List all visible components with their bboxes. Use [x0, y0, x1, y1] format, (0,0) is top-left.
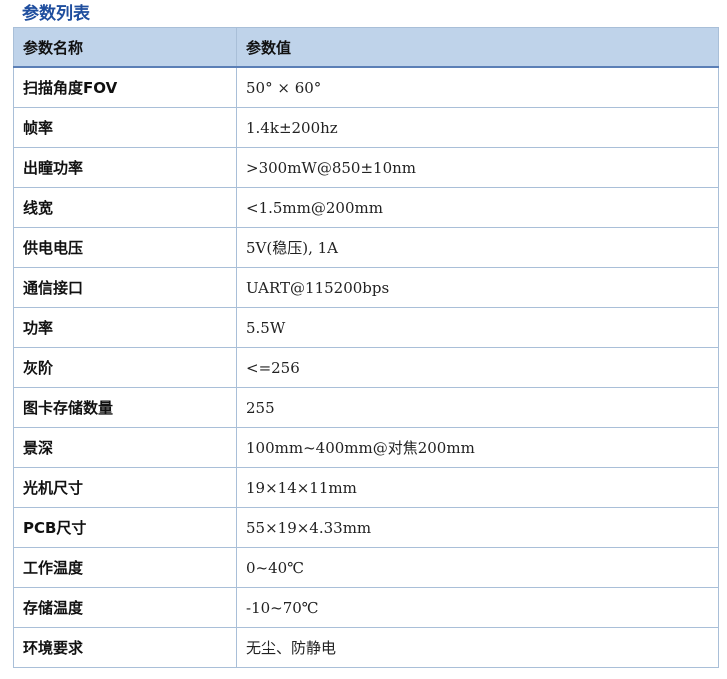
param-name: 线宽 — [13, 187, 237, 228]
param-name: 光机尺寸 — [13, 467, 237, 508]
param-value: 50° × 60° — [236, 66, 719, 108]
param-value: 255 — [236, 387, 719, 428]
param-name: 供电电压 — [13, 227, 237, 268]
column-header-value: 参数值 — [236, 27, 719, 68]
param-name: 存储温度 — [13, 587, 237, 628]
table-row: 存储温度 -10~70℃ — [13, 587, 719, 628]
table-row: 线宽 <1.5mm@200mm — [13, 187, 719, 228]
table-header-row: 参数名称 参数值 — [13, 27, 719, 68]
param-name: 灰阶 — [13, 347, 237, 388]
param-value: 100mm~400mm@对焦200mm — [236, 427, 719, 468]
param-name: 帧率 — [13, 107, 237, 148]
param-value: UART@115200bps — [236, 267, 719, 308]
param-value: 无尘、防静电 — [236, 627, 719, 668]
param-value: 0~40℃ — [236, 547, 719, 588]
table-row: 出瞳功率 >300mW@850±10nm — [13, 147, 719, 188]
param-name: PCB尺寸 — [13, 507, 237, 548]
param-name: 扫描角度FOV — [13, 66, 237, 108]
table-row: 环境要求 无尘、防静电 — [13, 627, 719, 668]
table-row: PCB尺寸 55×19×4.33mm — [13, 507, 719, 548]
param-name: 功率 — [13, 307, 237, 348]
param-value: 5.5W — [236, 307, 719, 348]
table-row: 帧率 1.4k±200hz — [13, 107, 719, 148]
param-name: 图卡存储数量 — [13, 387, 237, 428]
param-value: >300mW@850±10nm — [236, 147, 719, 188]
table-row: 供电电压 5V(稳压), 1A — [13, 227, 719, 268]
table-row: 通信接口 UART@115200bps — [13, 267, 719, 308]
param-name: 出瞳功率 — [13, 147, 237, 188]
column-header-name: 参数名称 — [13, 27, 237, 68]
table-row: 光机尺寸 19×14×11mm — [13, 467, 719, 508]
table-row: 扫描角度FOV 50° × 60° — [13, 66, 719, 108]
param-name: 工作温度 — [13, 547, 237, 588]
param-value: 55×19×4.33mm — [236, 507, 719, 548]
param-name: 环境要求 — [13, 627, 237, 668]
table-row: 功率 5.5W — [13, 307, 719, 348]
param-value: 5V(稳压), 1A — [236, 227, 719, 268]
table-row: 景深 100mm~400mm@对焦200mm — [13, 427, 719, 468]
table-row: 灰阶 <=256 — [13, 347, 719, 388]
table-row: 图卡存储数量 255 — [13, 387, 719, 428]
param-value: <=256 — [236, 347, 719, 388]
parameter-table: 参数名称 参数值 扫描角度FOV 50° × 60° 帧率 1.4k±200hz… — [13, 27, 719, 668]
param-value: 19×14×11mm — [236, 467, 719, 508]
table-row: 工作温度 0~40℃ — [13, 547, 719, 588]
param-value: <1.5mm@200mm — [236, 187, 719, 228]
section-title: 参数列表 — [22, 4, 90, 24]
param-value: -10~70℃ — [236, 587, 719, 628]
param-value: 1.4k±200hz — [236, 107, 719, 148]
param-name: 景深 — [13, 427, 237, 468]
param-name: 通信接口 — [13, 267, 237, 308]
